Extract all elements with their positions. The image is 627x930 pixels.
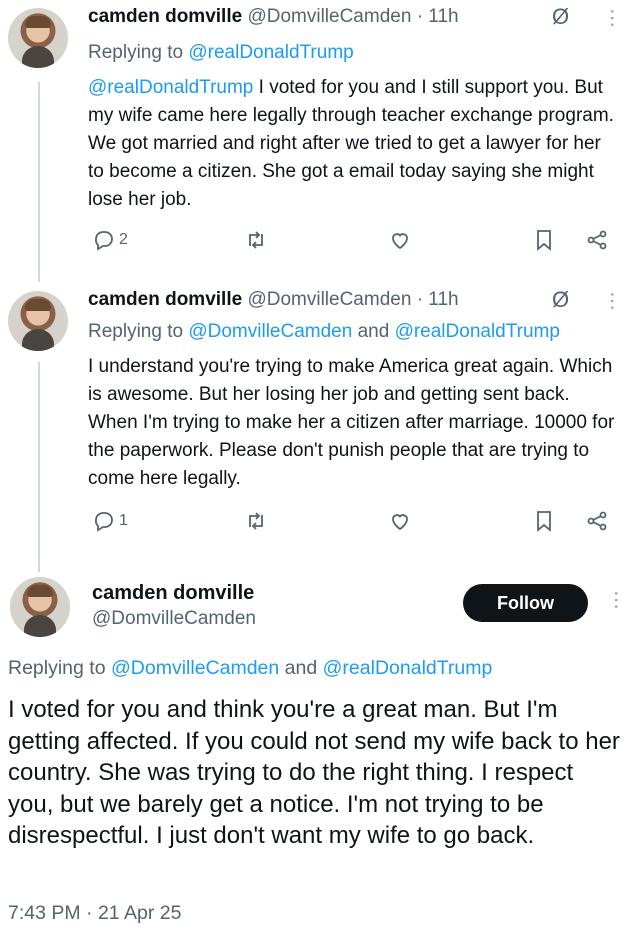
tweet-1[interactable]: camden domville @DomvilleCamden · 11h Ø … xyxy=(0,0,627,270)
more-options-icon[interactable]: ⋯ xyxy=(600,291,624,309)
user-handle[interactable]: @DomvilleCamden xyxy=(247,289,411,310)
mention-link[interactable]: @DomvilleCamden xyxy=(188,321,352,342)
avatar[interactable] xyxy=(8,8,68,68)
replying-to: Replying to @DomvilleCamden and @realDon… xyxy=(88,321,560,343)
separator-dot: · xyxy=(416,6,424,27)
tweet-body: I understand you're trying to make Ameri… xyxy=(88,356,615,489)
bookmark-icon xyxy=(537,230,551,251)
reply-button[interactable]: 1 xyxy=(92,509,128,533)
tweet-text: @realDonaldTrump I voted for you and I s… xyxy=(88,74,618,214)
replying-to-label: Replying to xyxy=(88,321,184,342)
mention-link[interactable]: @realDonaldTrump xyxy=(188,42,353,63)
follow-button[interactable]: Follow xyxy=(463,584,588,622)
mention-link[interactable]: @realDonaldTrump xyxy=(395,321,560,342)
share-icon xyxy=(587,230,607,250)
user-handle[interactable]: @DomvilleCamden xyxy=(92,608,256,630)
display-name[interactable]: camden domville xyxy=(88,6,242,27)
separator-dot: · xyxy=(416,289,424,310)
heart-icon xyxy=(392,233,408,250)
grok-icon[interactable]: Ø xyxy=(552,287,569,313)
tweet-time[interactable]: 11h xyxy=(428,289,458,310)
avatar[interactable] xyxy=(8,291,68,351)
retweet-icon xyxy=(249,512,263,530)
replying-to-label: Replying to xyxy=(8,657,106,679)
share-button[interactable] xyxy=(585,228,609,252)
tweet-actions: 1 xyxy=(88,509,618,537)
replying-to-joiner: and xyxy=(284,657,318,679)
reply-count: 2 xyxy=(119,231,128,248)
comment-icon xyxy=(95,231,113,251)
like-button[interactable] xyxy=(388,228,412,252)
retweet-button[interactable] xyxy=(244,228,268,252)
comment-icon xyxy=(95,512,113,532)
grok-icon[interactable]: Ø xyxy=(552,4,569,30)
share-icon xyxy=(587,511,607,531)
retweet-button[interactable] xyxy=(244,509,268,533)
tweet-timestamp[interactable]: 7:43 PM · 21 Apr 25 xyxy=(8,902,181,925)
replying-to: Replying to @DomvilleCamden and @realDon… xyxy=(8,657,492,680)
avatar[interactable] xyxy=(10,577,70,637)
heart-icon xyxy=(392,514,408,531)
bookmark-button[interactable] xyxy=(532,228,556,252)
display-name[interactable]: camden domville xyxy=(92,582,254,605)
tweet-time[interactable]: 11h xyxy=(428,6,458,27)
reply-button[interactable]: 2 xyxy=(92,228,128,252)
more-options-icon[interactable]: ⋯ xyxy=(604,590,627,608)
more-options-icon[interactable]: ⋯ xyxy=(600,8,624,26)
retweet-icon xyxy=(249,231,263,249)
bookmark-icon xyxy=(537,511,551,532)
tweet-2[interactable]: camden domville @DomvilleCamden · 11h Ø … xyxy=(0,283,627,553)
like-button[interactable] xyxy=(388,509,412,533)
share-button[interactable] xyxy=(585,509,609,533)
replying-to-label: Replying to xyxy=(88,42,184,63)
tweet-actions: 2 xyxy=(88,228,618,256)
mention-link[interactable]: @realDonaldTrump xyxy=(88,77,253,98)
mention-link[interactable]: @realDonaldTrump xyxy=(323,657,493,679)
replying-to: Replying to @realDonaldTrump xyxy=(88,42,354,64)
display-name[interactable]: camden domville xyxy=(88,289,242,310)
mention-link[interactable]: @DomvilleCamden xyxy=(111,657,279,679)
bookmark-button[interactable] xyxy=(532,509,556,533)
reply-count: 1 xyxy=(119,512,128,529)
tweet-header: camden domville @DomvilleCamden · 11h xyxy=(88,6,459,28)
tweet-body: I voted for you and think you're a great… xyxy=(8,696,620,849)
user-handle[interactable]: @DomvilleCamden xyxy=(247,6,411,27)
tweet-header: camden domville @DomvilleCamden · 11h xyxy=(88,289,459,311)
tweet-text: I understand you're trying to make Ameri… xyxy=(88,353,618,493)
replying-to-joiner: and xyxy=(357,321,390,342)
